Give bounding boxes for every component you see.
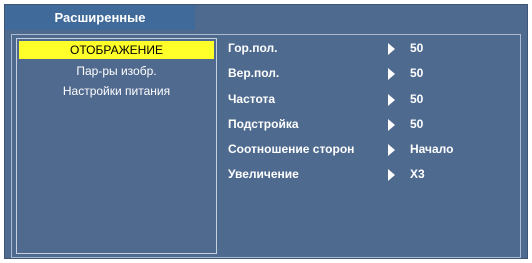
arrow-right-icon bbox=[388, 94, 395, 106]
setting-row-tracking[interactable]: Подстройка 50 bbox=[228, 114, 518, 134]
setting-label: Частота bbox=[228, 92, 276, 106]
arrow-right-icon bbox=[388, 43, 395, 55]
arrow-right-icon bbox=[388, 68, 395, 80]
setting-label: Увеличение bbox=[228, 167, 299, 181]
setting-label: Вер.пол. bbox=[228, 66, 280, 80]
setting-value: 50 bbox=[410, 66, 424, 80]
sidebar-item-display[interactable]: ОТОБРАЖЕНИЕ bbox=[19, 41, 214, 59]
setting-value: 50 bbox=[410, 92, 424, 106]
setting-value: 50 bbox=[410, 41, 424, 55]
tab-advanced[interactable]: Расширенные bbox=[5, 5, 195, 30]
arrow-right-icon bbox=[388, 169, 395, 181]
arrow-right-icon bbox=[388, 119, 395, 131]
setting-value: Начало bbox=[410, 142, 454, 156]
setting-label: Подстройка bbox=[228, 117, 299, 131]
setting-row-vpos[interactable]: Вер.пол. 50 bbox=[228, 63, 518, 83]
setting-value: 50 bbox=[410, 117, 424, 131]
arrow-right-icon bbox=[388, 144, 395, 156]
setting-row-hpos[interactable]: Гор.пол. 50 bbox=[228, 38, 518, 58]
setting-label: Гор.пол. bbox=[228, 41, 278, 55]
sidebar-item-power-settings[interactable]: Настройки питания bbox=[17, 81, 216, 101]
setting-value: X3 bbox=[410, 167, 425, 181]
setting-row-aspect-ratio[interactable]: Соотношение сторон Начало bbox=[228, 139, 518, 159]
osd-menu: Расширенные ОТОБРАЖЕНИЕ Пар-ры изобр. На… bbox=[4, 4, 528, 259]
sidebar-item-image-settings[interactable]: Пар-ры изобр. bbox=[17, 61, 216, 81]
setting-row-zoom[interactable]: Увеличение X3 bbox=[228, 164, 518, 184]
setting-label: Соотношение сторон bbox=[228, 142, 355, 156]
setting-row-frequency[interactable]: Частота 50 bbox=[228, 89, 518, 109]
sidebar: ОТОБРАЖЕНИЕ Пар-ры изобр. Настройки пита… bbox=[16, 38, 217, 254]
